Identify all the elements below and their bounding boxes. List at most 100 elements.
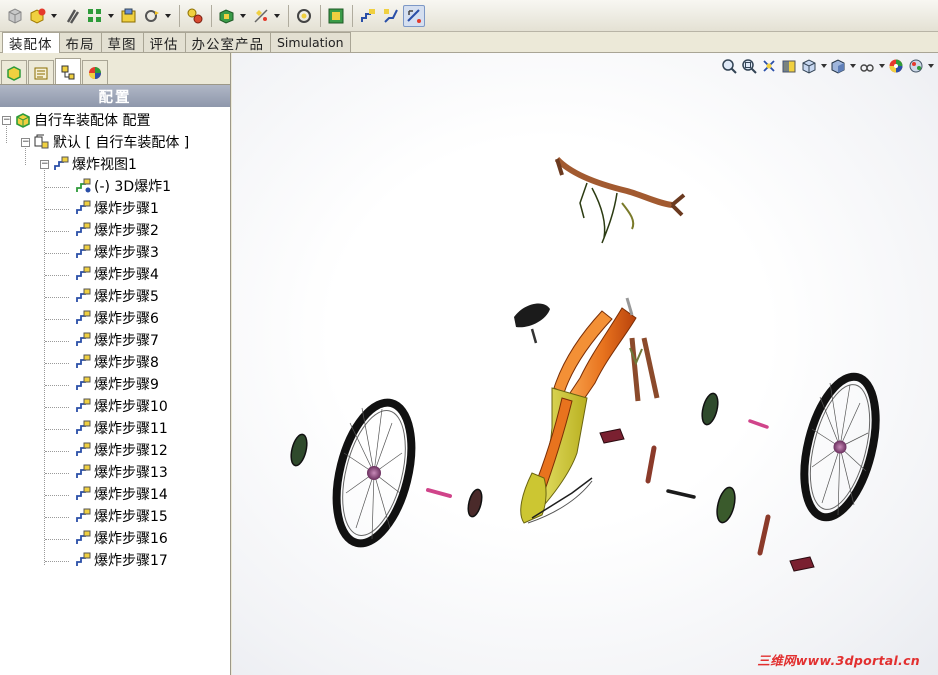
tab-office-products[interactable]: 办公室产品 xyxy=(184,32,271,53)
tree-node-assembly-configurations[interactable]: − 自行车装配体 配置 xyxy=(0,109,230,131)
explode-step-icon xyxy=(74,354,91,371)
front-axle-part xyxy=(748,419,769,429)
explode-step-icon xyxy=(74,530,91,547)
linear-pattern-icon[interactable] xyxy=(84,5,106,27)
assembly-features-icon[interactable] xyxy=(216,5,238,27)
tree-node-explode-step[interactable]: 爆炸步骤2 xyxy=(0,219,230,241)
bill-of-materials-icon[interactable] xyxy=(325,5,347,27)
tree-connector xyxy=(45,451,69,452)
tree-node-explode-step[interactable]: 爆炸步骤13 xyxy=(0,461,230,483)
exploded-view-icon xyxy=(52,156,69,173)
tab-assembly[interactable]: 装配体 xyxy=(2,32,60,53)
insert-component-icon[interactable] xyxy=(27,5,49,27)
explode-step-icon xyxy=(74,464,91,481)
tree-node-explode-step[interactable]: 爆炸步骤4 xyxy=(0,263,230,285)
solidworks-window: 装配体 布局 草图 评估 办公室产品 Simulation 配置 − 自行车装配… xyxy=(0,0,938,675)
front-fork-part xyxy=(629,337,660,402)
tree-node-3d-explode[interactable]: (-) 3D爆炸1 xyxy=(0,175,230,197)
panel-header: 配置 xyxy=(0,85,230,107)
tree-node-label: 爆炸步骤7 xyxy=(94,333,159,349)
tree-node-explode-step[interactable]: 爆炸步骤5 xyxy=(0,285,230,307)
explode-steps-list: 爆炸步骤1 爆炸步骤2 爆炸步骤3 爆炸步骤4 爆炸步骤5 爆炸步骤6 爆炸步骤7 爆炸步骤8… xyxy=(0,197,230,571)
tree-node-explode-step[interactable]: 爆炸步骤14 xyxy=(0,483,230,505)
tree-node-label: 爆炸视图1 xyxy=(72,157,137,173)
left-pedal-part xyxy=(599,428,625,444)
smart-fasteners-icon[interactable] xyxy=(118,5,140,27)
display-manager-tab-icon[interactable] xyxy=(82,60,108,84)
property-manager-tab-icon[interactable] xyxy=(28,60,54,84)
left-crank-part xyxy=(645,445,657,484)
configuration-icon xyxy=(33,134,50,151)
assembly-features-dropdown[interactable] xyxy=(239,5,247,27)
toolbar-separator xyxy=(288,4,289,27)
exploded-bicycle-model xyxy=(290,156,880,572)
tree-node-label: 爆炸步骤17 xyxy=(94,553,168,569)
tab-layout[interactable]: 布局 xyxy=(58,32,102,53)
explode-step-icon xyxy=(74,332,91,349)
tree-node-explode-step[interactable]: 爆炸步骤8 xyxy=(0,351,230,373)
tree-node-label: 爆炸步骤4 xyxy=(94,267,159,283)
tree-node-default-config[interactable]: − 默认 [ 自行车装配体 ] xyxy=(0,131,230,153)
rear-disc-part xyxy=(467,488,483,518)
tree-node-label: 爆炸步骤8 xyxy=(94,355,159,371)
tree-node-explode-step[interactable]: 爆炸步骤12 xyxy=(0,439,230,461)
rear-cassette-part xyxy=(290,433,308,467)
tab-evaluate[interactable]: 评估 xyxy=(142,32,186,53)
tree-node-explode-step[interactable]: 爆炸步骤17 xyxy=(0,549,230,571)
explode-step-icon xyxy=(74,310,91,327)
pattern-dropdown[interactable] xyxy=(107,5,115,27)
collapse-toggle-icon[interactable]: − xyxy=(2,115,11,125)
exploded-view-icon[interactable] xyxy=(357,5,379,27)
tree-node-explode-step[interactable]: 爆炸步骤1 xyxy=(0,197,230,219)
tree-node-explode-step[interactable]: 爆炸步骤3 xyxy=(0,241,230,263)
configuration-manager-tab-icon[interactable] xyxy=(55,58,81,84)
tree-connector xyxy=(45,495,69,496)
instant-3d-icon[interactable] xyxy=(403,4,425,27)
explode-line-sketch-icon[interactable] xyxy=(380,5,402,27)
collapse-toggle-icon[interactable]: − xyxy=(21,137,30,147)
tree-node-label: 爆炸步骤13 xyxy=(94,465,168,481)
3d-explode-icon xyxy=(74,178,91,195)
show-hidden-components-icon[interactable] xyxy=(184,5,206,27)
toolbar-separator xyxy=(352,4,353,27)
new-motion-study-icon[interactable] xyxy=(293,5,315,27)
explode-step-icon xyxy=(74,376,91,393)
bottom-bracket-part xyxy=(666,489,696,499)
tree-node-explode-step[interactable]: 爆炸步骤9 xyxy=(0,373,230,395)
move-component-dropdown[interactable] xyxy=(164,5,172,27)
explode-step-icon xyxy=(74,398,91,415)
graphics-area[interactable]: 三维网www.3dportal.cn xyxy=(232,53,938,675)
insert-component-dropdown[interactable] xyxy=(50,5,58,27)
tab-simulation[interactable]: Simulation xyxy=(270,32,351,52)
handlebar-part xyxy=(554,156,686,244)
reference-geometry-icon[interactable] xyxy=(250,5,272,27)
tree-node-label: 默认 [ 自行车装配体 ] xyxy=(53,135,190,151)
tree-connector xyxy=(45,539,69,540)
tree-node-label: 爆炸步骤3 xyxy=(94,245,159,261)
edit-component-icon[interactable] xyxy=(4,5,26,27)
rear-wheel-part xyxy=(332,398,416,548)
tree-node-exploded-view[interactable]: − 爆炸视图1 xyxy=(0,153,230,175)
move-component-icon[interactable] xyxy=(141,5,163,27)
tree-node-explode-step[interactable]: 爆炸步骤15 xyxy=(0,505,230,527)
tree-node-explode-step[interactable]: 爆炸步骤7 xyxy=(0,329,230,351)
mate-icon[interactable] xyxy=(61,5,83,27)
tree-connector xyxy=(45,517,69,518)
panel-tabs xyxy=(0,53,230,85)
feature-manager-tab-icon[interactable] xyxy=(1,60,27,84)
tree-node-explode-step[interactable]: 爆炸步骤11 xyxy=(0,417,230,439)
tree-node-label: 爆炸步骤11 xyxy=(94,421,168,437)
tree-node-label: 爆炸步骤14 xyxy=(94,487,168,503)
tree-node-explode-step[interactable]: 爆炸步骤10 xyxy=(0,395,230,417)
tab-sketch[interactable]: 草图 xyxy=(100,32,144,53)
tree-node-label: 爆炸步骤1 xyxy=(94,201,159,217)
tree-connector xyxy=(45,385,69,386)
collapse-toggle-icon[interactable]: − xyxy=(40,159,49,169)
tree-connector xyxy=(45,363,69,364)
tree-node-label: 爆炸步骤9 xyxy=(94,377,159,393)
reference-geometry-dropdown[interactable] xyxy=(273,5,281,27)
assembly-icon xyxy=(14,112,31,129)
tree-connector xyxy=(45,297,69,298)
tree-node-explode-step[interactable]: 爆炸步骤6 xyxy=(0,307,230,329)
tree-node-explode-step[interactable]: 爆炸步骤16 xyxy=(0,527,230,549)
